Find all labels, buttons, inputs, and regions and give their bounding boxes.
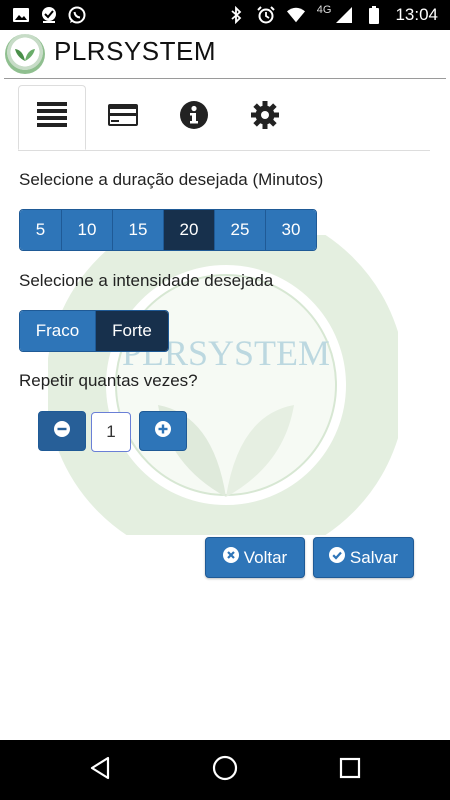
- intensity-option-fraco[interactable]: Fraco: [20, 311, 96, 351]
- network-type-label: 4G: [316, 4, 332, 16]
- tab-info[interactable]: [160, 85, 228, 150]
- status-bar: 4G 13:04: [0, 0, 450, 30]
- duration-option-5[interactable]: 5: [20, 210, 62, 250]
- decrement-button[interactable]: [38, 411, 86, 451]
- home-nav-button[interactable]: [210, 755, 240, 785]
- back-nav-button[interactable]: [85, 755, 115, 785]
- minus-circle-icon: [54, 420, 70, 442]
- duration-option-10[interactable]: 10: [62, 210, 113, 250]
- duration-option-30[interactable]: 30: [266, 210, 316, 250]
- gear-icon: [251, 101, 279, 134]
- duration-label: Selecione a duração desejada (Minutos): [19, 170, 324, 189]
- save-button-label: Salvar: [349, 547, 399, 567]
- intensity-selector: Fraco Forte: [19, 310, 169, 352]
- tab-settings[interactable]: [231, 85, 299, 150]
- info-icon: [180, 101, 208, 134]
- repeat-count-input[interactable]: [91, 412, 131, 452]
- battery-icon: [365, 6, 383, 24]
- circle-home-icon: [212, 755, 238, 786]
- back-button[interactable]: Voltar: [205, 537, 305, 578]
- plus-circle-icon: [155, 420, 171, 442]
- image-notification-icon: [12, 6, 30, 24]
- download-done-icon: [40, 6, 58, 24]
- duration-option-15[interactable]: 15: [113, 210, 164, 250]
- close-circle-icon: [222, 547, 239, 568]
- repeat-label: Repetir quantas vezes?: [19, 371, 198, 390]
- check-circle-icon: [328, 547, 345, 568]
- triangle-back-icon: [89, 756, 111, 785]
- signal-icon: [335, 6, 353, 24]
- app-header: PLRSYSTEM: [0, 30, 450, 78]
- tab-list[interactable]: [18, 85, 86, 150]
- list-icon: [37, 102, 67, 133]
- duration-option-20[interactable]: 20: [164, 210, 215, 250]
- clock: 13:04: [395, 5, 438, 24]
- recents-nav-button[interactable]: [335, 755, 365, 785]
- app-title: PLRSYSTEM: [54, 36, 216, 66]
- bluetooth-icon: [227, 6, 245, 24]
- square-recents-icon: [339, 757, 361, 784]
- increment-button[interactable]: [139, 411, 187, 451]
- app-logo: [5, 34, 45, 74]
- wifi-icon: [286, 6, 305, 24]
- back-button-label: Voltar: [243, 547, 288, 567]
- intensity-label: Selecione a intensidade desejada: [19, 271, 274, 290]
- navigation-bar: [0, 740, 450, 800]
- tab-bar: [18, 85, 430, 151]
- duration-selector: 5 10 15 20 25 30: [19, 209, 317, 251]
- credit-card-icon: [108, 104, 138, 131]
- whatsapp-icon: [68, 6, 86, 24]
- save-button[interactable]: Salvar: [313, 537, 414, 578]
- intensity-option-forte[interactable]: Forte: [96, 311, 168, 351]
- alarm-icon: [257, 6, 275, 24]
- header-divider: [4, 78, 446, 79]
- duration-option-25[interactable]: 25: [215, 210, 266, 250]
- tab-card[interactable]: [89, 85, 157, 150]
